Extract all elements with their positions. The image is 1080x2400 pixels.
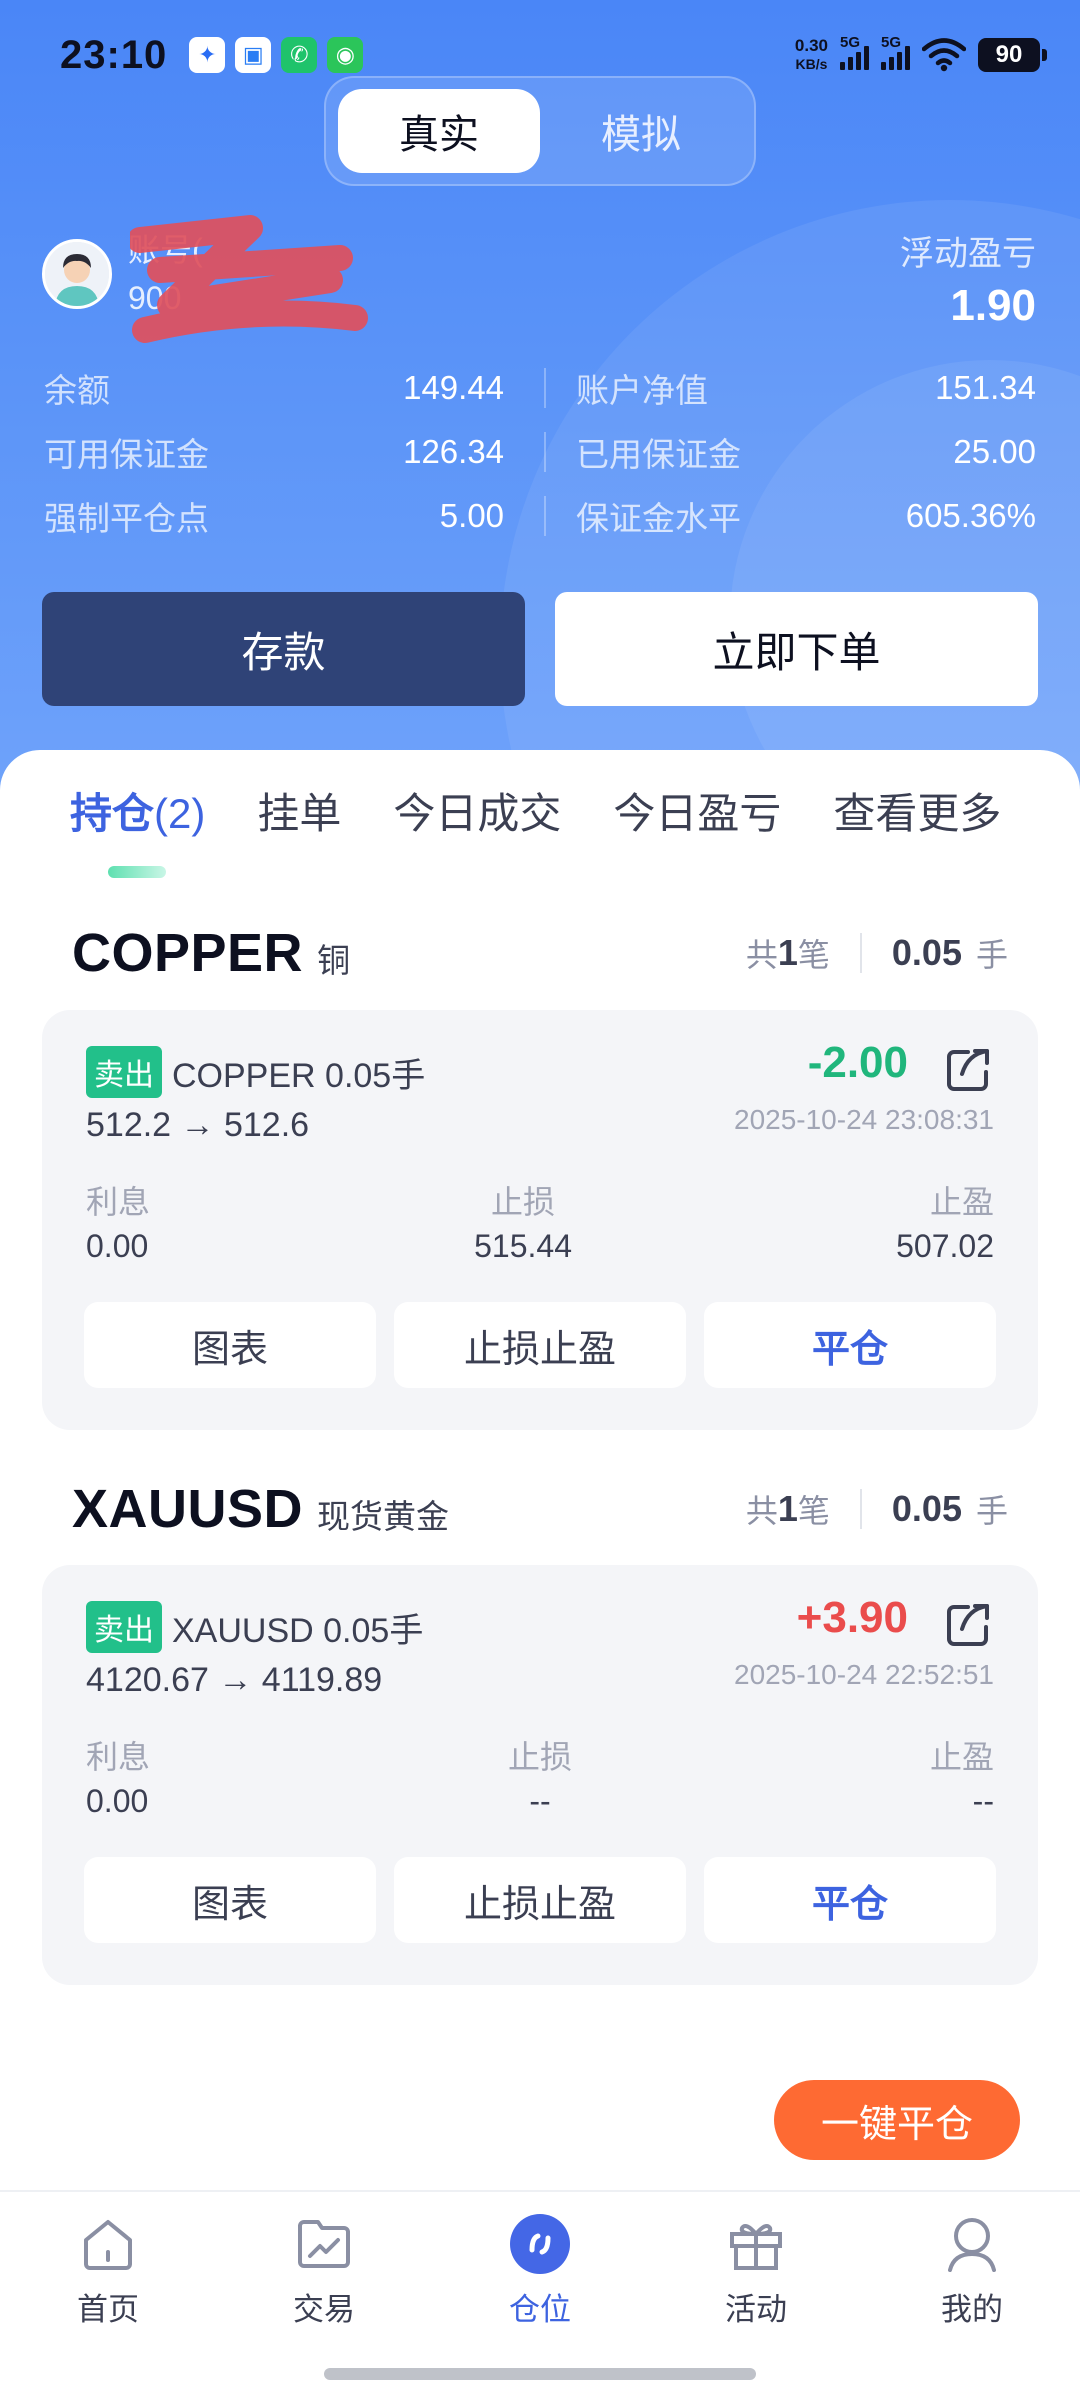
group-summary: 共1笔 0.05 手 [745, 932, 1008, 973]
place-order-button[interactable]: 立即下单 [555, 592, 1038, 706]
floating-pnl-label: 浮动盈亏 [900, 235, 1036, 273]
chart-button[interactable]: 图表 [84, 1857, 376, 1943]
position-title: XAUUSD 0.05手 [172, 1611, 424, 1650]
signal-icon: 5G [881, 34, 910, 70]
bird-app-icon: ✦ [189, 37, 226, 73]
chart-button[interactable]: 图表 [84, 1302, 376, 1388]
swap-field: 利息 0.00 [86, 1184, 151, 1264]
nav-activity[interactable]: 活动 [648, 2192, 864, 2342]
open-time: 2025-10-24 23:08:31 [734, 1104, 994, 1135]
battery-icon: 90 [978, 38, 1047, 72]
home-icon [84, 2220, 132, 2270]
stat-used-margin: 已用保证金 25.00 [575, 433, 1036, 473]
position-group-header: XAUUSD 现货黄金 共1笔 0.05 手 [72, 1478, 1008, 1540]
nav-profile[interactable]: 我的 [864, 2192, 1080, 2342]
stop-loss-field: 止损 -- [507, 1739, 572, 1819]
group-summary: 共1笔 0.05 手 [745, 1488, 1008, 1529]
wechat-app-icon: ◉ [327, 37, 364, 73]
share-icon[interactable] [942, 1044, 994, 1096]
mode-real-button[interactable]: 真实 [338, 89, 540, 173]
symbol-chinese-name: 现货黄金 [317, 1498, 450, 1535]
account-number: 900 [128, 280, 182, 316]
wifi-icon [922, 38, 966, 72]
positions-panel: 持仓(2) 挂单 今日成交 今日盈亏 查看更多 COPPER 铜 共1笔 0.0… [0, 750, 1080, 2190]
share-icon[interactable] [942, 1599, 994, 1651]
divider [544, 432, 546, 472]
tab-today-pnl[interactable]: 今日盈亏 [613, 780, 781, 841]
nav-home[interactable]: 首页 [0, 2192, 216, 2342]
tab-pending-orders[interactable]: 挂单 [257, 780, 341, 841]
account-mode-toggle[interactable]: 真实 模拟 [324, 76, 756, 186]
nav-positions[interactable]: 仓位 [432, 2192, 648, 2342]
position-icon [510, 2214, 570, 2274]
take-profit-field: 止盈 -- [929, 1739, 994, 1819]
symbol-name: COPPER [72, 923, 304, 983]
symbol-chinese-name: 铜 [317, 942, 351, 979]
notification-icons: ✦ ▣ ✆ ◉ [189, 37, 364, 73]
tab-today-deals[interactable]: 今日成交 [393, 780, 561, 841]
open-time: 2025-10-24 22:52:51 [734, 1659, 994, 1690]
symbol-name: XAUUSD [72, 1479, 304, 1539]
position-title: COPPER 0.05手 [172, 1056, 426, 1095]
profile-icon [948, 2218, 996, 2272]
close-position-button[interactable]: 平仓 [704, 1857, 996, 1943]
position-card[interactable]: 卖出 XAUUSD 0.05手 4120.67 → 4119.89 +3.90 … [42, 1565, 1038, 1985]
account-info[interactable]: 账号( 900 [42, 226, 203, 322]
side-badge: 卖出 [86, 1601, 162, 1653]
side-badge: 卖出 [86, 1046, 162, 1098]
active-tab-indicator [108, 866, 166, 878]
user-avatar-icon [45, 242, 109, 306]
tab-more[interactable]: 查看更多 [833, 780, 1001, 841]
nav-trade[interactable]: 交易 [216, 2192, 432, 2342]
network-speed: 0.30 KB/s [794, 36, 828, 73]
avatar[interactable] [42, 239, 112, 309]
gift-icon [730, 2224, 782, 2270]
trade-chart-icon [298, 2220, 350, 2268]
sl-tp-button[interactable]: 止损止盈 [394, 1857, 686, 1943]
open-current-price: 4120.67 → 4119.89 [86, 1661, 383, 1699]
signal-icon: 5G [840, 34, 869, 70]
stat-margin-level: 保证金水平 605.36% [575, 497, 1036, 537]
floating-pnl-value: 1.90 [950, 281, 1036, 330]
account-header: 23:10 ✦ ▣ ✆ ◉ 0.30 KB/s 5G 5G 90 真实 模拟 账… [0, 0, 1080, 790]
divider [544, 368, 546, 408]
position-pnl: +3.90 [796, 1593, 908, 1642]
positions-tabs: 持仓(2) 挂单 今日成交 今日盈亏 查看更多 [70, 780, 1001, 841]
status-time: 23:10 [60, 32, 168, 77]
divider [544, 496, 546, 536]
bottom-navigation: 首页 交易 仓位 活动 我的 [0, 2190, 1080, 2400]
deposit-button[interactable]: 存款 [42, 592, 525, 706]
position-group-header: COPPER 铜 共1笔 0.05 手 [72, 922, 1008, 984]
account-stats: 余额 149.44 账户净值 151.34 可用保证金 126.34 已用保证金 25.… [44, 356, 1036, 548]
close-all-button[interactable]: 一键平仓 [774, 2080, 1020, 2160]
open-current-price: 512.2 → 512.6 [86, 1106, 310, 1144]
take-profit-field: 止盈 507.02 [896, 1184, 994, 1264]
home-indicator[interactable] [324, 2368, 756, 2380]
stat-balance: 余额 149.44 [44, 369, 505, 409]
swap-field: 利息 0.00 [86, 1739, 151, 1819]
position-pnl: -2.00 [807, 1038, 908, 1087]
stat-stop-out: 强制平仓点 5.00 [44, 497, 505, 537]
stat-equity: 账户净值 151.34 [575, 369, 1036, 409]
close-position-button[interactable]: 平仓 [704, 1302, 996, 1388]
stop-loss-field: 止损 515.44 [474, 1184, 572, 1264]
floating-pnl: 浮动盈亏 1.90 [900, 226, 1036, 331]
position-card[interactable]: 卖出 COPPER 0.05手 512.2 → 512.6 -2.00 2025… [42, 1010, 1038, 1430]
stat-free-margin: 可用保证金 126.34 [44, 433, 505, 473]
mode-simulated-button[interactable]: 模拟 [540, 89, 742, 173]
account-label: 账号( [128, 232, 203, 268]
sl-tp-button[interactable]: 止损止盈 [394, 1302, 686, 1388]
docs-app-icon: ▣ [235, 37, 272, 73]
tab-positions[interactable]: 持仓(2) [70, 780, 205, 841]
phone-app-icon: ✆ [281, 37, 318, 73]
